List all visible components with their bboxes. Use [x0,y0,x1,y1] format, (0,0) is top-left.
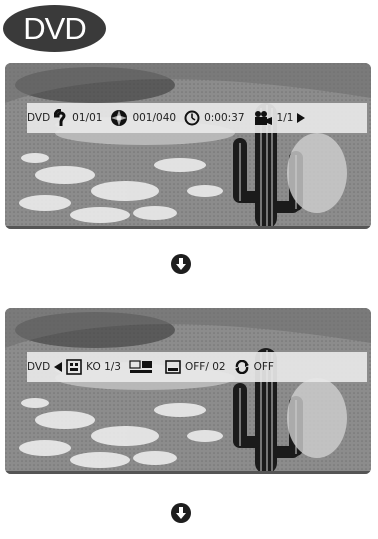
arrow-down-icon [171,254,191,274]
audio-icon [66,359,82,375]
camera-angle-icon [253,110,273,126]
elapsed-time: 0:00:37 [204,112,245,124]
subtitle-status: OFF/ 02 [184,361,226,373]
chapter-icon [110,109,128,127]
title-icon [54,109,68,127]
dvd-badge: DVD [3,5,106,52]
chapter-counter: 001/040 [132,112,177,124]
osd-bar-info: DVD 01/01 001/040 0:00:37 1/1 [27,103,367,133]
audio-language: KO 1/3 [86,361,121,373]
clock-icon [184,110,200,126]
title-counter: 01/01 [72,112,103,124]
dvd-badge-label: DVD [23,10,86,46]
subtitle-icon [165,360,181,374]
sky-cactus-image [5,308,371,474]
arrow-down-icon [171,503,191,523]
sky-cactus-image [5,63,371,229]
osd-mode-label: DVD [27,112,51,124]
angle-counter: 1/1 [276,112,294,124]
arrow-left-icon[interactable] [54,362,63,372]
osd-bar-audio: DVD KO 1/3 OFF/ 02 OFF [27,352,367,382]
osd-mode-label: DVD [27,361,51,373]
video-screen-2: DVD KO 1/3 OFF/ 02 OFF [5,308,371,474]
video-screen-1: DVD 01/01 001/040 0:00:37 1/1 [5,63,371,229]
sound-effect-icon [129,360,153,374]
arrow-right-icon[interactable] [297,113,306,123]
repeat-icon [234,360,250,374]
repeat-status: OFF [253,361,274,373]
